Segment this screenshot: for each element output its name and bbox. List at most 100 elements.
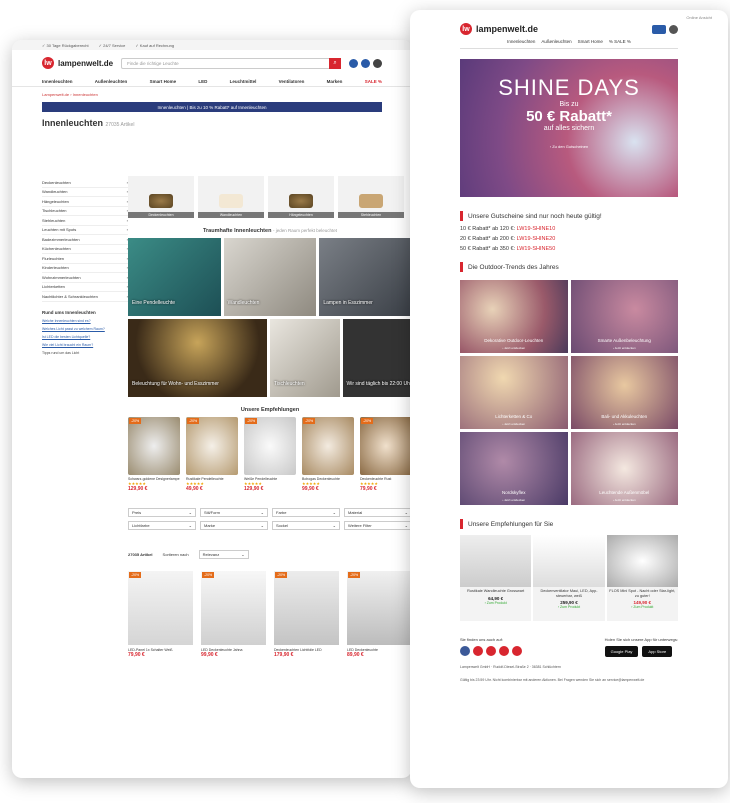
- sidebar-item[interactable]: Küchenleuchten›: [42, 245, 128, 254]
- hero-banner[interactable]: SHINE DAYS Bis zu 50 € Rabatt* auf alles…: [460, 59, 678, 197]
- logo[interactable]: lw lampenwelt.de: [460, 23, 538, 35]
- google-play-button[interactable]: Google Play: [604, 646, 639, 657]
- filter-dropdown[interactable]: Material ⌄: [344, 508, 412, 517]
- outdoor-tile[interactable]: Nordskyflex › Jetzt entdecken: [460, 432, 568, 505]
- product-card[interactable]: Rustikale Wandleuchte Grosswart 64,90 € › …: [460, 535, 532, 621]
- account-icon[interactable]: [349, 58, 358, 68]
- product-card[interactable]: -20% Deckenleuchten Lichtfolie LED 179,90 …: [274, 571, 339, 658]
- sidebar-item[interactable]: Deckenleuchten›: [42, 178, 128, 188]
- sidebar-item[interactable]: Tischleuchten›: [42, 207, 128, 216]
- site-header: lw lampenwelt.de Finde die richtige Leuch…: [12, 50, 412, 76]
- nav-item[interactable]: Ventilatoren: [279, 79, 305, 84]
- sidebar-item[interactable]: Nachtlichter & Schrankleuchten›: [42, 292, 128, 302]
- sidebar-item[interactable]: Leuchten mit Spots ›: [42, 226, 128, 235]
- nav-item[interactable]: Smart Home: [150, 79, 177, 84]
- address: Lampenwelt GmbH · Rudolf-Diesel-Straße 2…: [460, 665, 561, 669]
- voucher-code: LW19-SHINE50: [516, 246, 556, 252]
- hero-cta-link[interactable]: › Zu den Gutscheinen: [460, 144, 678, 149]
- outdoor-tile[interactable]: Leuchtende Außenmöbel › Jetzt entdecken: [570, 432, 678, 505]
- sidebar-item[interactable]: Hängeleuchten›: [42, 197, 128, 207]
- product-card[interactable]: -20% LED-Panel 1x Schalter Weiß 79,90 €: [128, 571, 193, 658]
- sidebar-link[interactable]: Ist LED die besten Lichtquelle?: [42, 335, 128, 339]
- sidebar-item[interactable]: Wandleuchten›: [42, 188, 128, 197]
- search-input[interactable]: Finde die richtige Leuchte ⌕: [121, 57, 341, 69]
- inspiration-tile[interactable]: Beleuchtung für Wohn- und Esszimmer: [128, 319, 267, 397]
- product-card[interactable]: Deckenventilator Maui, LED, App-steuerba…: [533, 535, 605, 621]
- product-card[interactable]: -20% LED Deckenleuchte 89,90 €: [347, 571, 412, 658]
- filter-dropdown[interactable]: Stil/Form ⌄: [200, 508, 268, 517]
- cart-icon[interactable]: [373, 58, 382, 68]
- pinterest-icon[interactable]: [486, 646, 496, 656]
- online-view-link[interactable]: Online Ansicht: [410, 10, 728, 20]
- newsletter-header: lw lampenwelt.de: [410, 20, 728, 35]
- product-card[interactable]: -20% LED Deckenleuchte Jahna 99,90 €: [201, 571, 266, 658]
- account-icon[interactable]: [669, 24, 678, 34]
- category-tile[interactable]: Stehleuchten: [338, 176, 404, 218]
- nav-item[interactable]: LED: [198, 79, 207, 84]
- product-card[interactable]: -20% Bohogas Deckenleuchte ★★★★★ 99,90 €: [302, 417, 354, 492]
- breadcrumb[interactable]: Lampenwelt.de › Innenleuchten: [12, 87, 412, 102]
- product-card[interactable]: -20% Deckenleuchte Rust ★★★★★ 79,90 €: [360, 417, 412, 492]
- outdoor-tile[interactable]: Dekorative Outdoor-Leuchten › Jetzt entde…: [460, 280, 568, 353]
- sort-select[interactable]: Relevanz ⌄: [198, 550, 249, 559]
- instagram-icon[interactable]: [499, 646, 509, 656]
- nav-item[interactable]: Außenleuchten: [95, 79, 128, 84]
- recommendation-row: -20% Schwarz-goldene Designerlampe ★★★★★ 12…: [128, 417, 412, 492]
- outdoor-tile[interactable]: Bali- und Akkuleuchten › Jetzt entdecken: [570, 356, 678, 429]
- promo-banner[interactable]: Innenleuchten | Bis zu 10 % Rabatt* auf …: [42, 102, 382, 112]
- filter-dropdown[interactable]: Sockel ⌄: [272, 521, 340, 530]
- nav-item[interactable]: Leuchtmittel: [230, 79, 257, 84]
- nav-item[interactable]: Innenleuchten: [42, 79, 73, 84]
- nav-item[interactable]: % SALE %: [609, 39, 631, 44]
- sidebar-link[interactable]: Welches Licht passt zu welchem Raum?: [42, 327, 128, 331]
- page-title: Innenleuchten 27035 Artikel: [42, 118, 135, 128]
- nav-item[interactable]: Smart Home: [578, 39, 603, 44]
- logo[interactable]: lw lampenwelt.de: [42, 57, 113, 69]
- sidebar-item[interactable]: Stehleuchten ›: [42, 216, 128, 226]
- social-title: Sie finden uns auch auf:: [460, 637, 503, 642]
- youtube-icon[interactable]: [512, 646, 522, 656]
- product-card[interactable]: -20% Weiße Pendelleuchte ★★★★★ 129,90 €: [244, 417, 296, 492]
- filter-dropdown[interactable]: Lichtfarbe ⌄: [128, 521, 196, 530]
- app-title: Holen Sie sich unsere App für unterwegs:: [604, 637, 678, 642]
- service-tile[interactable]: Wir sind täglich bis 22:00 Uhr: [342, 319, 412, 397]
- sidebar-item[interactable]: Kinderleuchten›: [42, 264, 128, 273]
- nav-item[interactable]: SALE %: [365, 79, 382, 84]
- outdoor-tile[interactable]: Smarte Außenbeleuchtung › Jetzt entdecken: [570, 280, 678, 353]
- filter-dropdown[interactable]: Preis ⌄: [128, 508, 196, 517]
- nav-item[interactable]: Marken: [327, 79, 343, 84]
- inspiration-tile[interactable]: Wandleuchten: [223, 238, 317, 316]
- nav-item[interactable]: Außenleuchten: [541, 39, 571, 44]
- inspiration-tile[interactable]: Eine Pendelleuchte: [128, 238, 221, 316]
- inspiration-grid: Eine Pendelleuchte Wandleuchten Lampen i…: [128, 238, 412, 316]
- sidebar-item[interactable]: Wohnzimmerleuchten›: [42, 273, 128, 283]
- filter-dropdown[interactable]: Weitere Filter ⌄: [344, 521, 412, 530]
- product-card[interactable]: FLOS Mini Spot - Nacht oder Star-light, …: [606, 535, 678, 621]
- facebook-icon[interactable]: [460, 646, 470, 656]
- app-store-button[interactable]: App Store: [642, 646, 673, 657]
- newsletter-nav: Innenleuchten Außenleuchten Smart Home %…: [460, 35, 678, 49]
- inspiration-tile[interactable]: Lampen in Esszimmer: [319, 238, 412, 316]
- hero-title: SHINE DAYS: [498, 75, 640, 100]
- instagram-icon[interactable]: [473, 646, 483, 656]
- filter-dropdown[interactable]: Marke ⌄: [200, 521, 268, 530]
- sidebar-item[interactable]: Lichterketten›: [42, 283, 128, 292]
- search-icon[interactable]: ⌕: [329, 57, 341, 69]
- section-title: Unsere Empfehlungen: [240, 407, 300, 413]
- outdoor-tile[interactable]: Lichterketten & Co › Jetzt entdecken: [460, 356, 568, 429]
- category-tile[interactable]: Hängeleuchten: [268, 176, 334, 218]
- product-card[interactable]: -20% Rustikale Pendelleuchte ★★★★★ 49,90 €: [186, 417, 238, 492]
- nav-item[interactable]: Innenleuchten: [507, 39, 535, 44]
- sidebar-item[interactable]: Flurleuchten›: [42, 254, 128, 264]
- category-tile[interactable]: Wandleuchten: [198, 176, 264, 218]
- sidebar-link[interactable]: Welche Innenleuchten sind es?: [42, 319, 128, 323]
- filter-dropdown[interactable]: Farbe ⌄: [272, 508, 340, 517]
- category-tile[interactable]: Deckenleuchten: [128, 176, 194, 218]
- sidebar: Deckenleuchten› Wandleuchten› Hängeleuch…: [42, 178, 128, 355]
- newsletter-footer: Sie finden uns auch auf: Holen Sie sich …: [460, 637, 678, 657]
- inspiration-tile[interactable]: Tischleuchten: [270, 319, 340, 397]
- wishlist-icon[interactable]: [361, 58, 370, 68]
- sidebar-link[interactable]: Wie viel Licht braucht ein Raum?: [42, 343, 128, 347]
- sidebar-item[interactable]: Badezimmerleuchten›: [42, 235, 128, 245]
- product-card[interactable]: -20% Schwarz-goldene Designerlampe ★★★★★ 12…: [128, 417, 180, 492]
